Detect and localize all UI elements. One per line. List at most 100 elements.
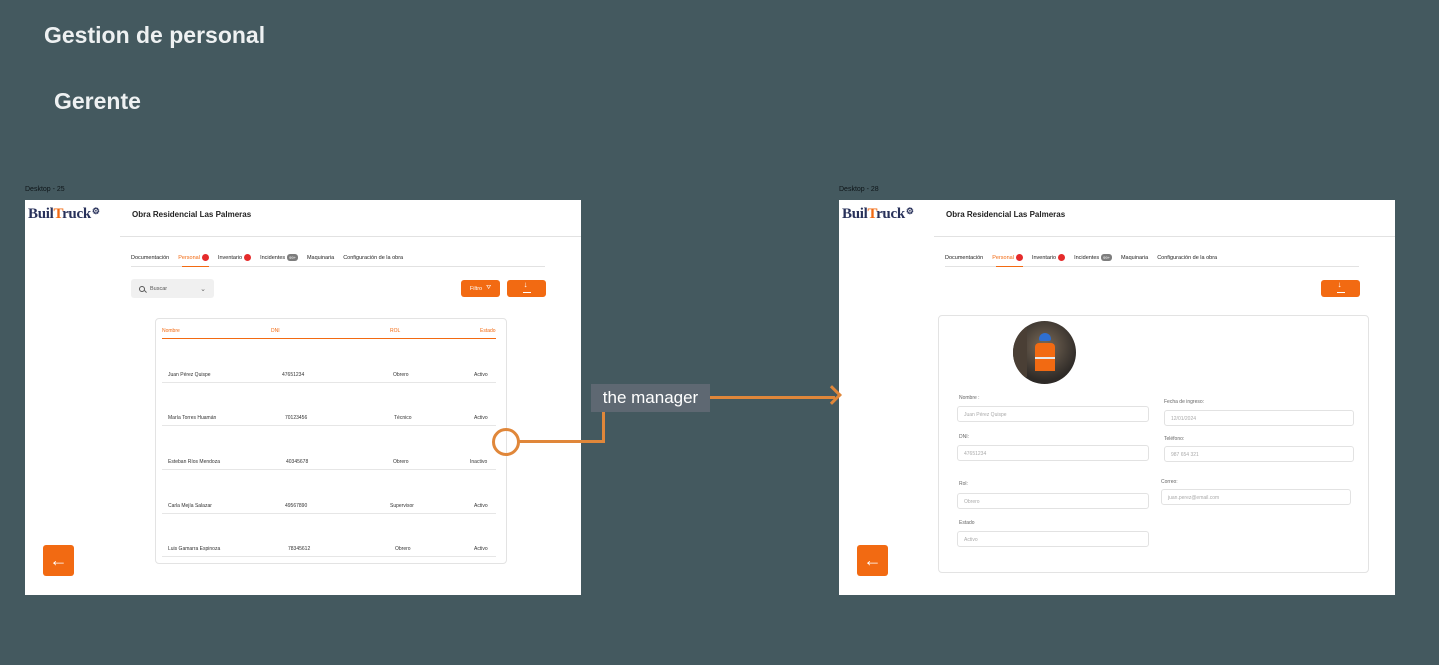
- fecha-ingreso-label: Fecha de ingreso:: [1164, 399, 1205, 405]
- column-header-dni[interactable]: DNI: [271, 328, 280, 334]
- tab-documentacion[interactable]: Documentación: [131, 254, 169, 261]
- arrow-left-icon: ←: [863, 550, 882, 570]
- personnel-detail-screen: BuilTruck⚙ Obra Residencial Las Palmeras…: [839, 200, 1395, 595]
- personnel-detail-card: Nombre : Juan Pérez Quispe Fecha de ingr…: [938, 315, 1369, 573]
- tab-incidentes[interactable]: Incidentes 99+: [260, 254, 298, 261]
- cell-rol: Técnico: [394, 415, 412, 421]
- cell-rol: Obrero: [395, 546, 411, 552]
- count-badge: 99+: [1101, 254, 1112, 261]
- cell-rol: Obrero: [393, 459, 409, 465]
- row-divider: [162, 382, 496, 383]
- rol-field[interactable]: Obrero: [957, 493, 1149, 509]
- cell-dni: 47651234: [282, 372, 305, 378]
- personnel-table: Nombre DNI ROL Estado Juan Pérez Quispe …: [155, 318, 507, 564]
- chevron-down-icon: ⌄: [200, 285, 206, 293]
- cell-estado: Inactivo: [470, 459, 488, 465]
- nombre-label: Nombre :: [959, 395, 980, 401]
- download-button[interactable]: [1321, 280, 1360, 297]
- row-divider: [162, 425, 496, 426]
- search-input[interactable]: Buscar ⌄: [131, 279, 214, 298]
- column-header-rol[interactable]: ROL: [390, 328, 400, 334]
- dni-label: DNI:: [959, 434, 969, 440]
- cell-nombre: Carla Mejía Salazar: [168, 503, 212, 509]
- tab-incidentes[interactable]: Incidentes 99+: [1074, 254, 1112, 261]
- cell-dni: 49567890: [285, 503, 308, 509]
- annotation-hotspot: [492, 428, 520, 456]
- estado-field[interactable]: Activo: [957, 531, 1149, 547]
- cell-nombre: María Torres Huamán: [168, 415, 217, 421]
- tab-maquinaria[interactable]: Maquinaria: [1121, 254, 1148, 261]
- tab-bar: Documentación Personal Inventario Incide…: [131, 254, 403, 261]
- arrow-left-icon: ←: [49, 550, 68, 570]
- estado-label: Estado: [959, 520, 975, 526]
- header-underline: [162, 338, 496, 339]
- annotation-label: the manager: [591, 384, 710, 412]
- project-title: Obra Residencial Las Palmeras: [132, 210, 252, 219]
- column-header-estado[interactable]: Estado: [480, 328, 496, 334]
- count-badge: 99+: [287, 254, 298, 261]
- correo-field[interactable]: juan.perez@email.com: [1161, 489, 1351, 505]
- back-button[interactable]: ←: [43, 545, 74, 576]
- canvas-title: Gestion de personal: [44, 22, 266, 48]
- frame-label-right: Desktop - 28: [839, 186, 879, 193]
- active-tab-underline: [182, 266, 209, 267]
- telefono-label: Teléfono:: [1164, 436, 1185, 442]
- row-divider: [162, 513, 496, 514]
- telefono-field[interactable]: 987 654 321: [1164, 446, 1354, 462]
- cell-estado: Activo: [474, 503, 488, 509]
- rol-label: Rol:: [959, 481, 968, 487]
- tab-configuracion[interactable]: Configuración de la obra: [343, 254, 403, 261]
- download-icon: [522, 280, 532, 293]
- cell-dni: 70123456: [285, 415, 308, 421]
- cell-dni: 40345678: [286, 459, 309, 465]
- canvas-subtitle: Gerente: [54, 88, 141, 114]
- column-header-nombre[interactable]: Nombre: [162, 328, 180, 334]
- frame-label-left: Desktop - 25: [25, 186, 65, 193]
- notification-badge: [201, 254, 209, 261]
- project-title: Obra Residencial Las Palmeras: [946, 210, 1066, 219]
- buildtruck-logo: BuilTruck⚙: [28, 206, 100, 222]
- cell-nombre: Esteban Ríos Mendoza: [168, 459, 220, 465]
- cell-rol: Supervisor: [390, 503, 414, 509]
- cell-estado: Activo: [474, 372, 488, 378]
- avatar-helmet: [1039, 333, 1051, 341]
- search-icon: [139, 285, 145, 292]
- tab-documentacion[interactable]: Documentación: [945, 254, 983, 261]
- notification-badge: [1015, 254, 1023, 261]
- cell-nombre: Juan Pérez Quispe: [168, 372, 211, 378]
- row-divider: [162, 469, 496, 470]
- active-tab-underline: [996, 266, 1023, 267]
- tab-inventario[interactable]: Inventario: [218, 254, 252, 261]
- tab-personal[interactable]: Personal: [992, 254, 1023, 261]
- row-divider: [162, 556, 496, 557]
- personnel-list-screen: BuilTruck⚙ Obra Residencial Las Palmeras…: [25, 200, 581, 595]
- filter-icon: ⛛: [486, 285, 492, 291]
- header-divider: [120, 236, 581, 237]
- annotation-connector: [710, 396, 835, 399]
- download-button[interactable]: [507, 280, 546, 297]
- cell-nombre: Luis Gamarra Espinoza: [168, 546, 221, 552]
- tab-maquinaria[interactable]: Maquinaria: [307, 254, 334, 261]
- fecha-ingreso-field[interactable]: 12/01/2024: [1164, 410, 1354, 426]
- avatar-scaffold: [1013, 327, 1027, 377]
- back-button[interactable]: ←: [857, 545, 888, 576]
- buildtruck-logo: BuilTruck⚙: [842, 206, 914, 222]
- dni-field[interactable]: 47651234: [957, 445, 1149, 461]
- gear-icon: ⚙: [91, 206, 100, 216]
- cell-rol: Obrero: [393, 372, 409, 378]
- cell-estado: Activo: [474, 415, 488, 421]
- notification-badge: [244, 254, 252, 261]
- header-divider: [934, 236, 1395, 237]
- tab-configuracion[interactable]: Configuración de la obra: [1157, 254, 1217, 261]
- notification-badge: [1058, 254, 1066, 261]
- cell-estado: Activo: [474, 546, 488, 552]
- correo-label: Correo:: [1161, 479, 1178, 485]
- annotation-connector: [519, 440, 604, 443]
- cell-dni: 78345612: [288, 546, 311, 552]
- avatar: [1013, 321, 1076, 384]
- tab-inventario[interactable]: Inventario: [1032, 254, 1066, 261]
- tab-personal[interactable]: Personal: [178, 254, 209, 261]
- nombre-field[interactable]: Juan Pérez Quispe: [957, 406, 1149, 422]
- download-icon: [1336, 280, 1346, 293]
- filter-button[interactable]: Filtro ⛛: [461, 280, 500, 297]
